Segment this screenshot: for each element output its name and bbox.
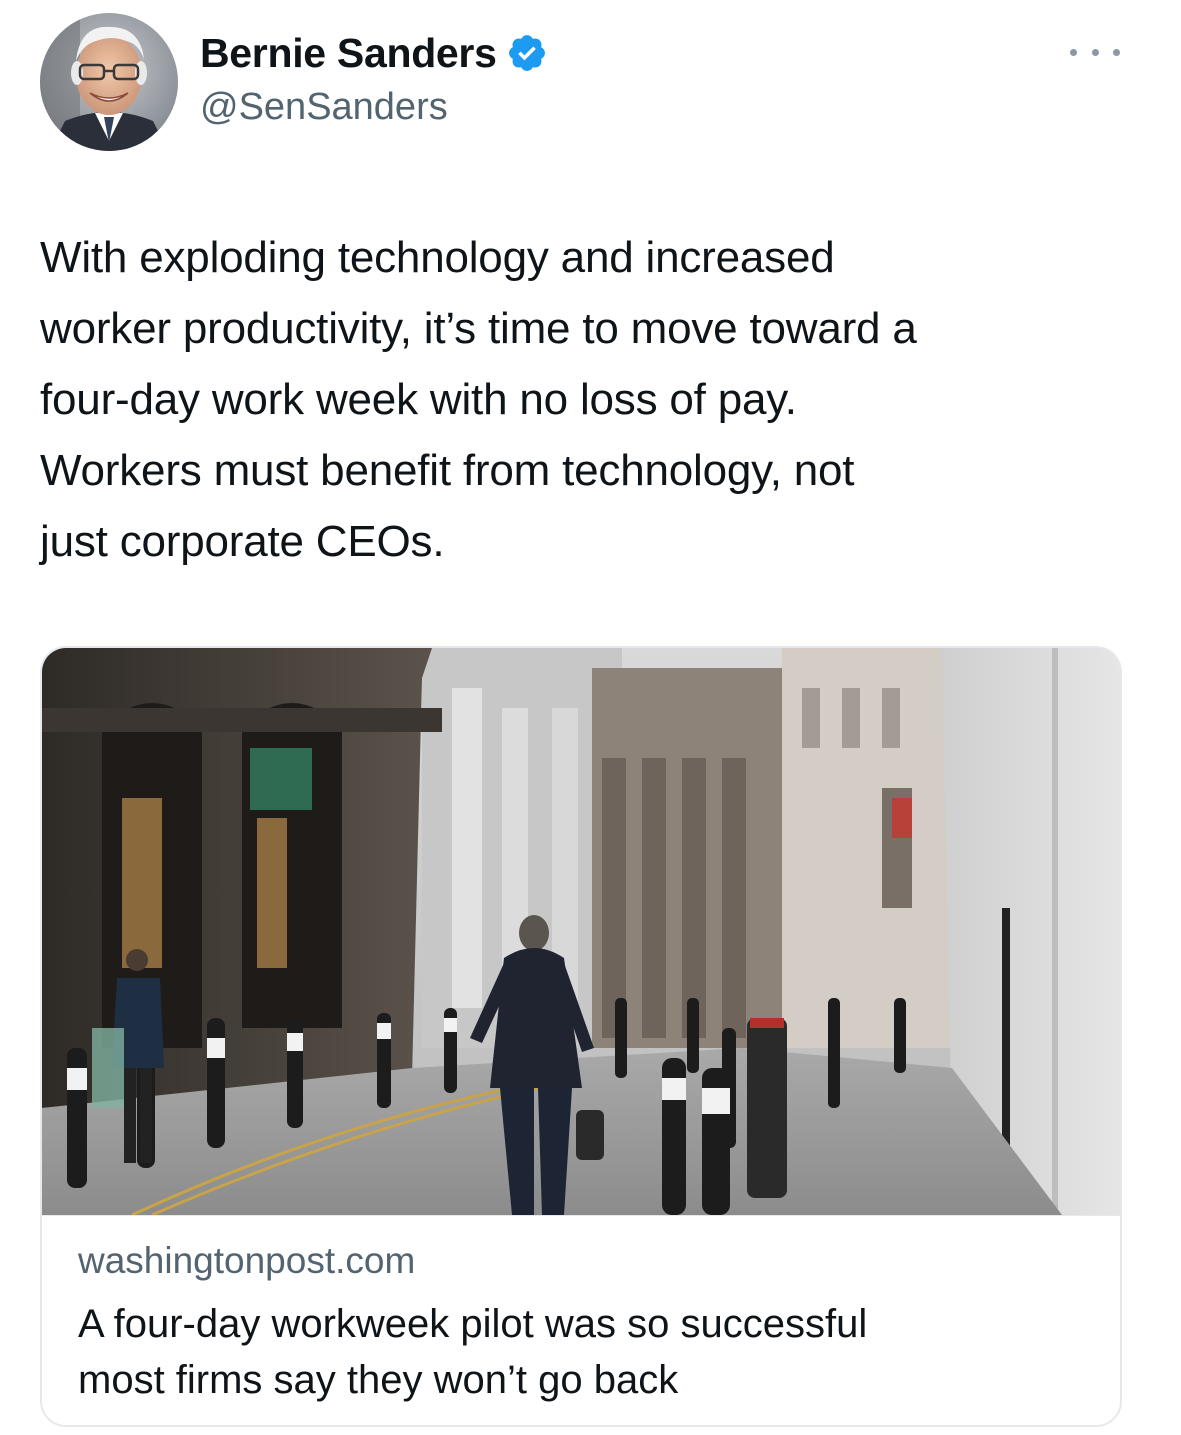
more-dot (1070, 48, 1077, 56)
link-card-domain: washingtonpost.com (78, 1240, 416, 1281)
link-card[interactable]: washingtonpost.com A four-day workweek p… (40, 646, 1122, 1427)
link-card-image[interactable] (42, 648, 1120, 1215)
more-dot (1113, 48, 1120, 56)
link-card-title[interactable]: A four-day workweek pilot was so success… (78, 1296, 1078, 1408)
tweet: Bernie Sanders @SenSanders With explodin… (0, 0, 1181, 1435)
author-handle[interactable]: @SenSanders (200, 86, 448, 129)
avatar[interactable] (40, 13, 178, 151)
street-photo-icon (42, 648, 1120, 1215)
author-name-row: Bernie Sanders (200, 28, 548, 78)
profile-photo-icon (40, 13, 178, 151)
more-options-icon[interactable] (1070, 40, 1120, 64)
verified-badge-icon (506, 32, 548, 74)
card-divider (42, 1215, 1120, 1216)
author-display-name[interactable]: Bernie Sanders (200, 30, 497, 77)
more-dot (1091, 48, 1099, 56)
tweet-text: With exploding technology and increased … (40, 233, 917, 566)
